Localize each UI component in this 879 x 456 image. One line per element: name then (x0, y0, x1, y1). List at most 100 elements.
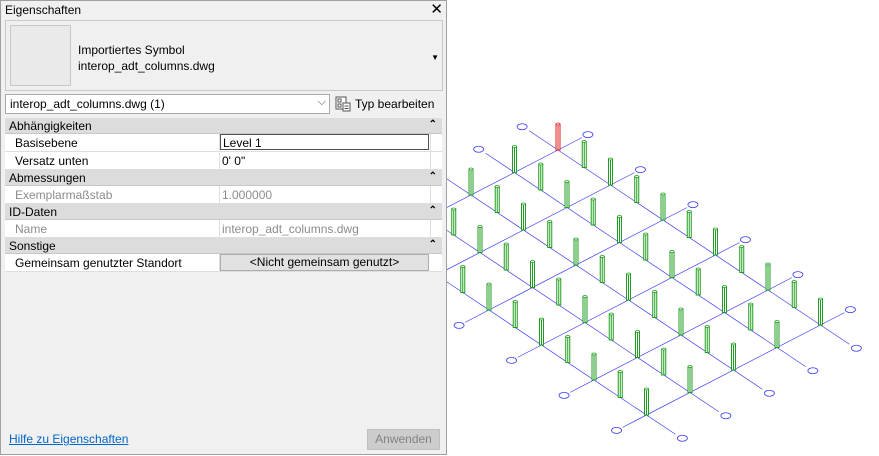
column-top (678, 307, 684, 311)
collapse-icon[interactable]: ⌃ (429, 239, 437, 250)
collapse-icon[interactable]: ⌃ (429, 171, 437, 182)
base-level-field[interactable]: Level 1 (220, 134, 429, 150)
column-top (774, 320, 780, 323)
column-top (547, 220, 553, 223)
column-top (486, 282, 492, 286)
column (539, 317, 544, 346)
column-top (477, 225, 483, 228)
column (468, 167, 474, 196)
column (530, 260, 535, 288)
column (591, 352, 597, 381)
chevron-down-icon[interactable]: ⌵ (318, 96, 326, 109)
column-top (503, 242, 509, 246)
column-top (652, 290, 658, 293)
column (494, 185, 500, 213)
edit-type-button[interactable]: Typ bearbeiten (335, 94, 441, 114)
grid-bubble (611, 426, 622, 434)
column (573, 237, 579, 266)
type-selector[interactable]: Importiertes Symbol interop_adt_columns.… (5, 20, 443, 91)
group-label: Abhängigkeiten (9, 119, 92, 133)
property-row-base-level[interactable]: Basisebene Level 1 (5, 134, 442, 152)
column-top (608, 157, 613, 161)
close-icon[interactable]: ✕ (430, 1, 443, 19)
column-top (591, 352, 597, 356)
column (739, 245, 745, 273)
column (581, 140, 587, 168)
column-top (791, 280, 797, 283)
column (704, 325, 710, 353)
column (556, 277, 562, 306)
column (590, 197, 596, 226)
grid-bubble (763, 389, 775, 397)
property-row-shared-site[interactable]: Gemeinsam genutzter Standort <Nicht geme… (5, 254, 442, 272)
group-constraints[interactable]: Abhängigkeiten ⌃ (5, 118, 442, 134)
grid-bubble (720, 412, 732, 420)
column (644, 387, 649, 416)
grid-bubble (676, 434, 688, 442)
column-top (617, 370, 623, 373)
column-top (468, 167, 474, 171)
type-preview-thumbnail (10, 25, 71, 86)
properties-grid: Abhängigkeiten ⌃ Basisebene Level 1 Vers… (5, 118, 442, 272)
column-top (643, 232, 649, 236)
edit-type-icon (335, 96, 351, 112)
column (748, 302, 754, 331)
instance-filter-value: interop_adt_columns.dwg (1) (10, 97, 165, 111)
column-top (538, 162, 544, 166)
column-top (521, 202, 526, 206)
column (731, 342, 736, 371)
column-top (617, 215, 622, 218)
grid-bubble (516, 123, 528, 131)
column-selected (555, 122, 561, 151)
column (582, 295, 588, 323)
property-row-base-offset[interactable]: Versatz unten 0' 0" (5, 152, 442, 170)
column-top (599, 255, 605, 258)
column-top (582, 295, 588, 298)
properties-help-link[interactable]: Hilfe zu Eigenschaften (9, 432, 128, 446)
instance-filter-dropdown[interactable]: interop_adt_columns.dwg (1) ⌵ (5, 94, 330, 114)
column-top (748, 302, 754, 306)
chevron-down-icon[interactable]: ▼ (431, 53, 439, 62)
grid-bubble (635, 166, 646, 174)
column (608, 157, 613, 186)
column-divider (219, 186, 220, 203)
column (774, 320, 780, 348)
column-top (669, 250, 675, 253)
column-top (634, 175, 640, 178)
property-row-name: Name interop_adt_columns.dwg (5, 220, 442, 238)
group-label: Sonstige (9, 239, 56, 253)
column (660, 192, 666, 221)
group-identity-data[interactable]: ID-Daten ⌃ (5, 204, 442, 220)
model-viewport[interactable] (447, 0, 879, 456)
column-top (512, 145, 517, 148)
column (765, 262, 771, 291)
grid-bubble (582, 131, 594, 139)
column (460, 265, 466, 293)
property-name: Basisebene (15, 136, 78, 150)
palette-title: Eigenschaften (5, 3, 82, 17)
grid-bubble (453, 321, 465, 329)
column (538, 162, 544, 191)
property-name: Versatz unten (15, 154, 89, 168)
group-dimensions[interactable]: Abmessungen ⌃ (5, 170, 442, 186)
collapse-icon[interactable]: ⌃ (429, 119, 437, 130)
column (678, 307, 684, 336)
column (818, 297, 823, 326)
apply-button[interactable]: Anwenden (367, 429, 440, 450)
column (617, 215, 622, 243)
column-top (573, 237, 579, 241)
shared-site-button[interactable]: <Nicht gemeinsam genutzt> (220, 254, 429, 271)
column-top (451, 207, 457, 211)
column (617, 370, 623, 398)
column (635, 330, 640, 358)
base-offset-field[interactable]: 0' 0" (222, 154, 245, 168)
group-other[interactable]: Sonstige ⌃ (5, 238, 442, 254)
column-top (556, 277, 562, 281)
column (451, 207, 457, 236)
column-top (731, 342, 736, 346)
column-top (739, 245, 745, 248)
instance-scale-value: 1.000000 (222, 188, 273, 202)
column-top (713, 227, 718, 231)
column (486, 282, 492, 311)
collapse-icon[interactable]: ⌃ (429, 205, 437, 216)
